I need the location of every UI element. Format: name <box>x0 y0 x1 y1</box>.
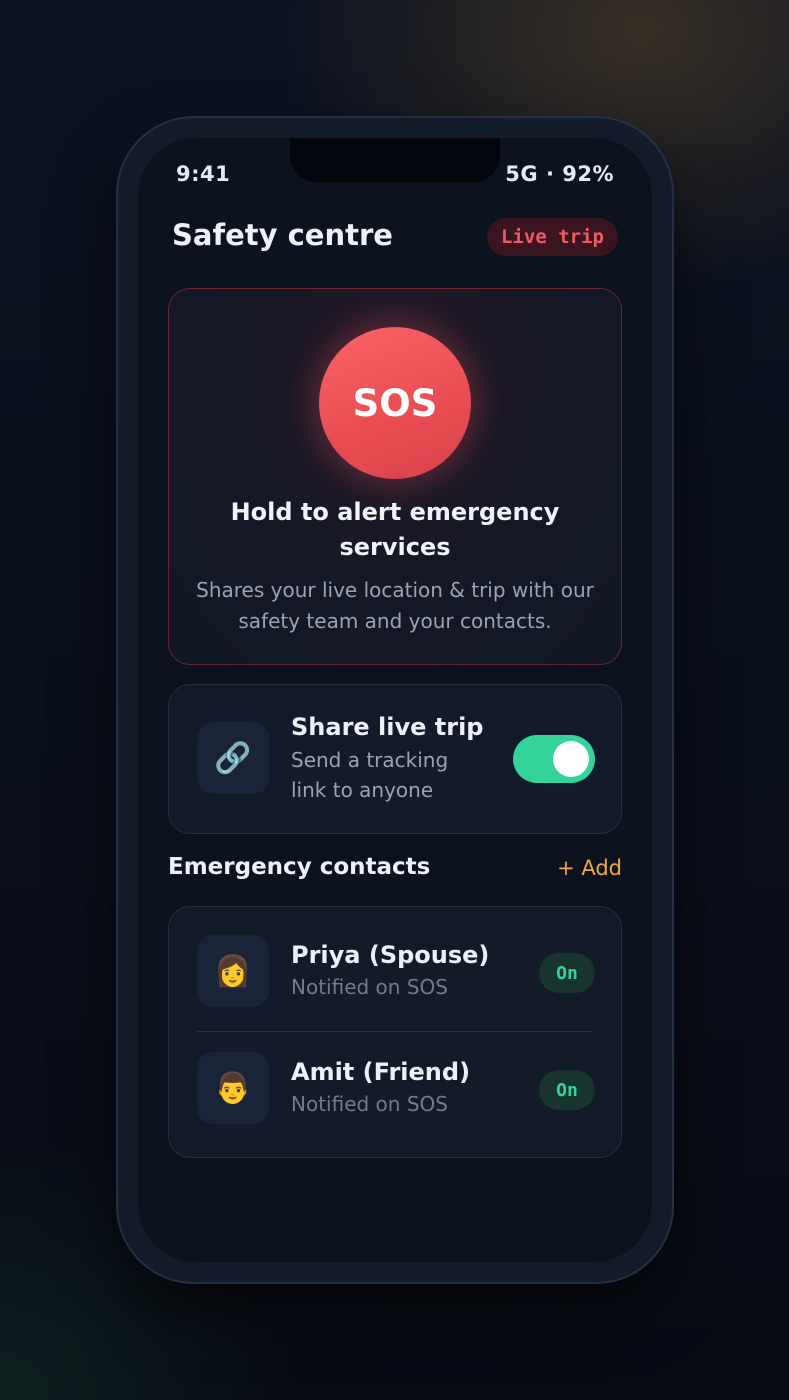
contact-row[interactable]: 👩 Priya (Spouse) Notified on SOS On <box>169 907 621 1023</box>
contacts-card: 👩 Priya (Spouse) Notified on SOS On 👨 Am… <box>168 906 622 1158</box>
contact-subtitle: Notified on SOS <box>291 975 448 999</box>
contacts-section-title: Emergency contacts <box>168 854 431 880</box>
sos-card: SOS Hold to alert emergency services Sha… <box>168 288 622 665</box>
contact-status-badge[interactable]: On <box>539 953 595 993</box>
share-trip-toggle[interactable] <box>513 735 595 783</box>
contact-row[interactable]: 👨 Amit (Friend) Notified on SOS On <box>169 1024 621 1140</box>
page-title: Safety centre <box>172 218 393 252</box>
sos-title: Hold to alert emergency services <box>230 498 560 561</box>
phone-screen: 9:41 5G · 92% Safety centre Live trip SO… <box>138 138 652 1262</box>
status-time: 9:41 <box>176 162 231 186</box>
phone-frame: 9:41 5G · 92% Safety centre Live trip SO… <box>116 116 674 1284</box>
contact-subtitle: Notified on SOS <box>291 1092 448 1116</box>
share-trip-title: Share live trip <box>291 713 484 741</box>
sos-description: Shares your live location & trip with ou… <box>196 578 594 633</box>
live-trip-badge: Live trip <box>487 218 618 256</box>
avatar-woman-icon: 👩 <box>197 935 269 1007</box>
contact-status-badge[interactable]: On <box>539 1070 595 1110</box>
contact-name: Amit (Friend) <box>291 1058 471 1086</box>
notch <box>290 138 500 182</box>
status-network-battery: 5G · 92% <box>505 162 614 186</box>
share-trip-description: Send a tracking link to anyone <box>291 748 449 802</box>
toggle-knob <box>553 741 589 777</box>
contact-name: Priya (Spouse) <box>291 941 490 969</box>
share-trip-card: 🔗 Share live trip Send a tracking link t… <box>168 684 622 834</box>
add-contact-button[interactable]: + Add <box>557 856 622 880</box>
link-icon: 🔗 <box>197 722 269 794</box>
sos-button[interactable]: SOS <box>319 327 471 479</box>
avatar-man-icon: 👨 <box>197 1052 269 1124</box>
